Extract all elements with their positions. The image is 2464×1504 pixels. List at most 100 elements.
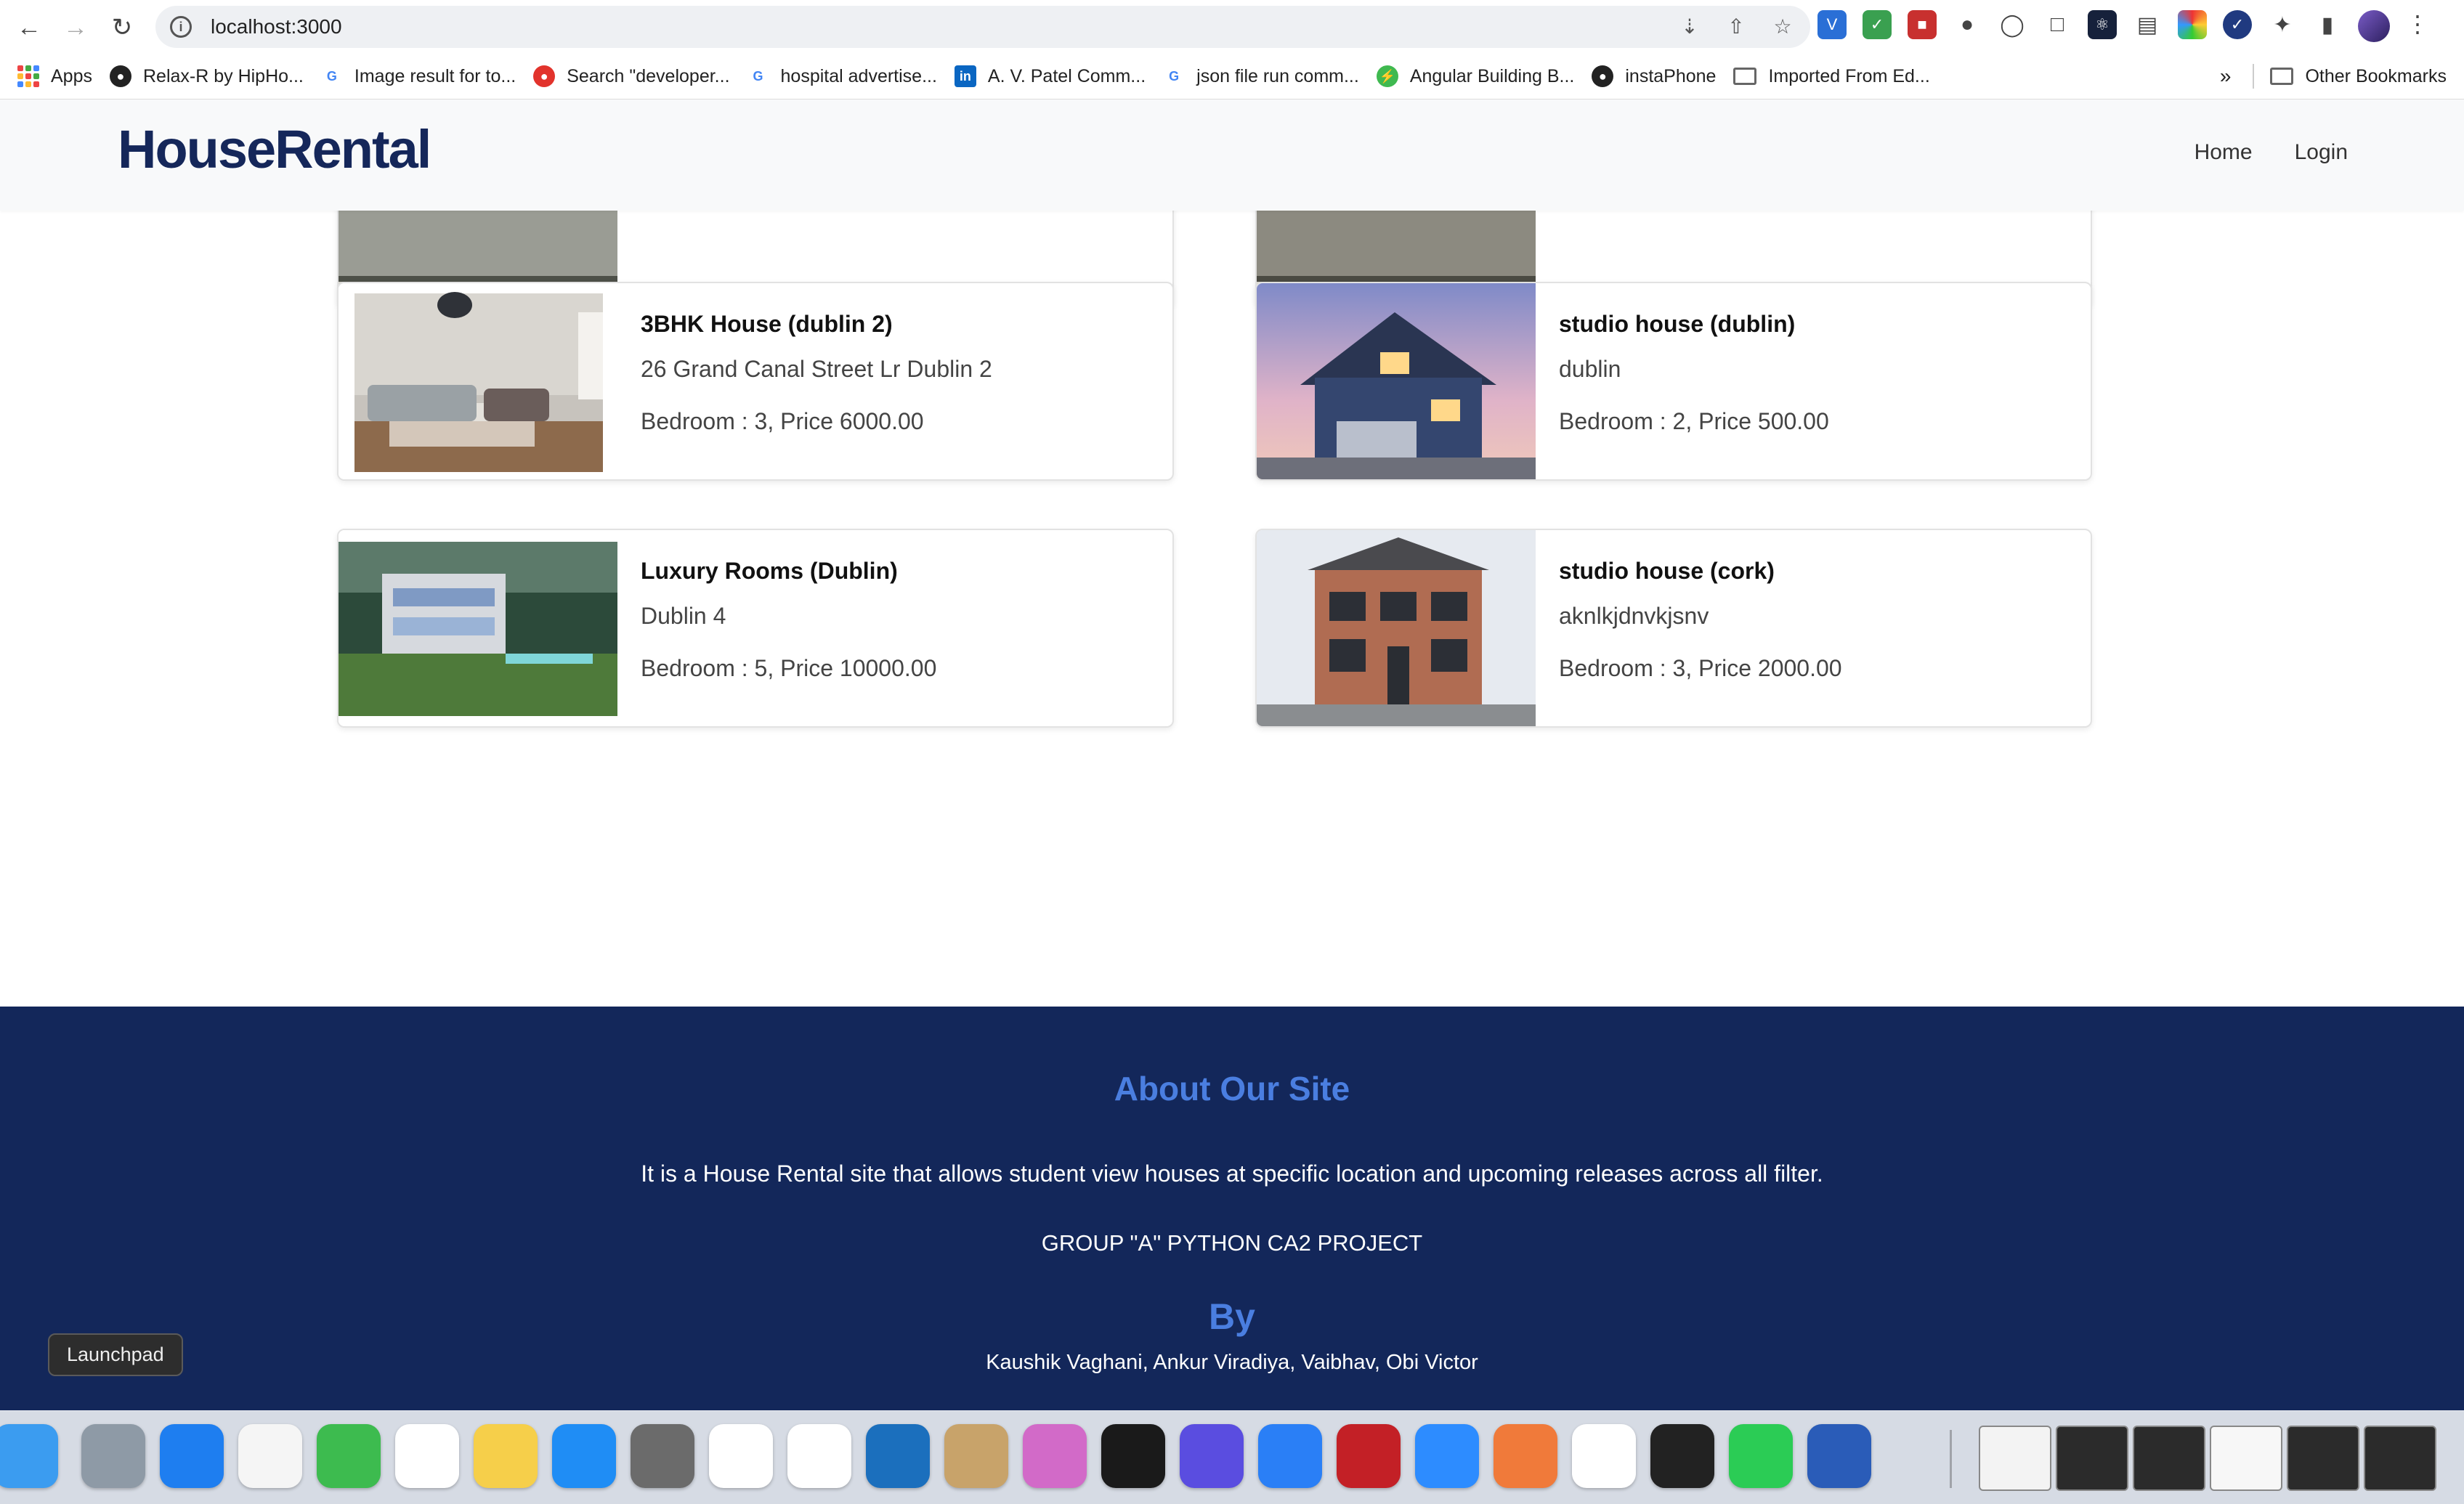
finder-icon[interactable]: [0, 1424, 58, 1488]
back-arrow-icon[interactable]: ←: [13, 12, 45, 44]
notes-icon[interactable]: [474, 1424, 538, 1488]
clipboard-extension-icon[interactable]: ▤: [2133, 10, 2162, 39]
robot-extension-icon[interactable]: ●: [1953, 10, 1982, 39]
terminal-icon[interactable]: [1101, 1424, 1165, 1488]
react-devtools-icon[interactable]: ⚛: [2088, 10, 2117, 39]
site-footer: About Our Site It is a House Rental site…: [0, 1007, 2464, 1410]
search-site-icon: ●: [533, 65, 556, 87]
url-text[interactable]: localhost:3000: [211, 15, 342, 38]
facetime-icon[interactable]: [317, 1424, 381, 1488]
puzzle-extensions-icon[interactable]: ✦: [2268, 10, 2297, 39]
site-info-icon[interactable]: i: [170, 16, 192, 38]
chrome-icon[interactable]: [787, 1424, 851, 1488]
launchpad-icon[interactable]: [81, 1424, 145, 1488]
reminders-icon[interactable]: [395, 1424, 459, 1488]
bookmark-label: Relax-R by HipHo...: [142, 65, 304, 86]
siri-icon[interactable]: [1180, 1424, 1244, 1488]
forward-arrow-icon[interactable]: →: [60, 12, 92, 44]
window-thumbnail[interactable]: [2210, 1426, 2282, 1491]
bookmark-label: Angular Building B...: [1409, 65, 1575, 86]
extension-icon[interactable]: ■: [1908, 10, 1937, 39]
extension-icon[interactable]: ◯: [1998, 10, 2027, 39]
bookmark-item[interactable]: G json file run comm...: [1163, 65, 1359, 87]
bookmark-apps[interactable]: Apps: [17, 65, 92, 87]
document-icon[interactable]: [1979, 1426, 2051, 1491]
shield-extension-icon[interactable]: ✓: [1863, 10, 1892, 39]
listing-title[interactable]: studio house (dublin): [1559, 311, 1795, 338]
pencil-icon[interactable]: [1494, 1424, 1557, 1488]
document-extension-icon[interactable]: □: [2043, 10, 2072, 39]
villa-garden-photo: [339, 530, 617, 726]
whatsapp-icon[interactable]: [1729, 1424, 1793, 1488]
bookmark-label: Apps: [51, 65, 92, 86]
install-app-icon[interactable]: ⇣: [1677, 13, 1703, 39]
datagrip-icon[interactable]: [1650, 1424, 1714, 1488]
word-icon[interactable]: [1807, 1424, 1871, 1488]
window-thumbnail[interactable]: [2287, 1426, 2359, 1491]
bookmark-label: hospital advertise...: [780, 65, 937, 86]
living-room-photo: [339, 283, 617, 479]
bookmark-item[interactable]: ● Relax-R by HipHo...: [109, 65, 304, 87]
bookmark-item[interactable]: ● instaPhone: [1592, 65, 1716, 87]
side-panel-icon[interactable]: ▮: [2313, 10, 2342, 39]
window-thumbnail[interactable]: [2056, 1426, 2128, 1491]
preview-icon[interactable]: [1023, 1424, 1087, 1488]
notion-icon[interactable]: [709, 1424, 773, 1488]
check-extension-icon[interactable]: ✓: [2223, 10, 2252, 39]
listing-bedroom-price: Bedroom : 5, Price 10000.00: [641, 655, 937, 681]
profile-avatar[interactable]: [2358, 10, 2390, 42]
extension-icon[interactable]: V: [1817, 10, 1847, 39]
bookmark-label: Other Bookmarks: [2305, 65, 2447, 86]
listing-title[interactable]: studio house (cork): [1559, 558, 1775, 585]
site-navbar: HouseRental Home Login: [0, 99, 2464, 211]
launchpad-tooltip: Launchpad: [48, 1333, 183, 1376]
bookmark-item[interactable]: ● Search "developer...: [533, 65, 730, 87]
site-icon: ●: [109, 65, 131, 87]
zoom-icon[interactable]: [1415, 1424, 1479, 1488]
listing-title[interactable]: 3BHK House (dublin 2): [641, 311, 893, 338]
nav-home-link[interactable]: Home: [2194, 140, 2253, 165]
brand-logo[interactable]: HouseRental: [118, 118, 431, 180]
safari-icon[interactable]: [160, 1424, 224, 1488]
color-picker-icon[interactable]: [2178, 10, 2207, 39]
macos-dock: [0, 1410, 2464, 1504]
listing-address: dublin: [1559, 356, 1621, 382]
bookmark-item[interactable]: G Image result for to...: [320, 65, 516, 87]
photos-icon[interactable]: [238, 1424, 302, 1488]
browser-toolbar: ← → ↻ i localhost:3000 ⇣ ⇧ ☆ V ✓ ■ ● ◯ □…: [0, 0, 2464, 54]
browser-menu-icon[interactable]: ⋮: [2406, 10, 2429, 42]
system-preferences-icon[interactable]: [631, 1424, 694, 1488]
listing-card[interactable]: Luxury Rooms (Dublin) Dublin 4 Bedroom :…: [337, 529, 1174, 728]
archive-utility-icon[interactable]: [944, 1424, 1008, 1488]
app-store-icon[interactable]: [552, 1424, 616, 1488]
filezilla-icon[interactable]: [1337, 1424, 1401, 1488]
dock-separator: [1950, 1430, 1952, 1488]
xcode-instruments-icon[interactable]: [1258, 1424, 1322, 1488]
listing-card[interactable]: studio house (cork) aknlkjdnvkjsnv Bedro…: [1255, 529, 2092, 728]
bookmark-item[interactable]: in A. V. Patel Comm...: [954, 65, 1146, 87]
bookmark-label: A. V. Patel Comm...: [987, 65, 1146, 86]
window-thumbnail[interactable]: [2364, 1426, 2436, 1491]
bookmark-item[interactable]: G hospital advertise...: [747, 65, 937, 87]
bookmark-folder[interactable]: Imported From Ed...: [1733, 66, 1930, 87]
bookmark-label: Image result for to...: [354, 65, 516, 86]
bookmark-star-icon[interactable]: ☆: [1770, 13, 1796, 39]
other-bookmarks-folder[interactable]: Other Bookmarks: [2270, 66, 2447, 87]
nav-login-link[interactable]: Login: [2295, 140, 2348, 165]
listing-card[interactable]: studio house (dublin) dublin Bedroom : 2…: [1255, 282, 2092, 481]
footer-names: Kaushik Vaghani, Ankur Viradiya, Vaibhav…: [986, 1351, 1478, 1374]
more-bookmarks-chevron-icon[interactable]: »: [2220, 65, 2232, 88]
reload-icon[interactable]: ↻: [106, 12, 138, 44]
bookmark-item[interactable]: ⚡ Angular Building B...: [1376, 65, 1575, 87]
blue-house-photo: [1257, 283, 1536, 479]
footer-title: About Our Site: [1114, 1070, 1350, 1107]
share-icon[interactable]: ⇧: [1723, 13, 1749, 39]
vs-code-icon[interactable]: [866, 1424, 930, 1488]
window-thumbnail[interactable]: [2133, 1426, 2205, 1491]
app-store-connect-icon[interactable]: [1572, 1424, 1636, 1488]
listing-title[interactable]: Luxury Rooms (Dublin): [641, 558, 898, 585]
listings-area: 3BHK House (dublin 2) 26 Grand Canal Str…: [0, 211, 2464, 1007]
listing-card[interactable]: 3BHK House (dublin 2) 26 Grand Canal Str…: [337, 282, 1174, 481]
site-icon: ●: [1592, 65, 1614, 87]
address-bar[interactable]: i localhost:3000 ⇣ ⇧ ☆: [155, 6, 1810, 48]
